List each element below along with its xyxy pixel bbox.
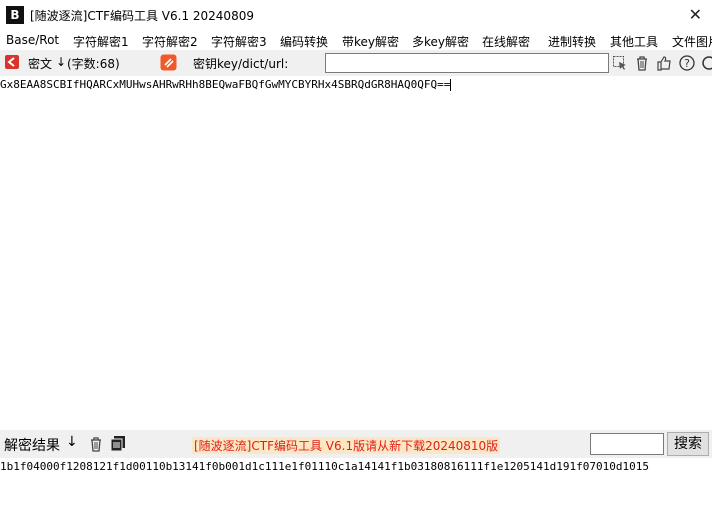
char-count: (字数:68) [67, 57, 120, 71]
svg-text:?: ? [684, 57, 690, 70]
close-icon[interactable]: ✕ [689, 5, 702, 24]
ciphertext-text: Gx8EAA8SCBIfHQARCxMUHwsAHRwRHh8BEQwaFBQf… [0, 78, 451, 91]
menu-bar: Base/Rot 字符解密1 字符解密2 字符解密3 编码转换 带key解密 多… [0, 30, 712, 50]
help-icon[interactable]: ? [679, 55, 695, 74]
menu-encoding-convert[interactable]: 编码转换 [280, 33, 328, 50]
menu-multi-key-decrypt[interactable]: 多key解密 [412, 33, 469, 50]
trash-icon[interactable] [634, 55, 650, 74]
result-textarea[interactable]: 1b1f04000f1208121f1d00110b13141f0b001d1c… [0, 460, 712, 516]
menu-char-decode-3[interactable]: 字符解密3 [211, 33, 267, 50]
window-title: [随波逐流]CTF编码工具 V6.1 20240809 [30, 9, 254, 23]
menu-base-rot[interactable]: Base/Rot [6, 33, 59, 47]
down-arrow-icon: ↓ [66, 434, 78, 450]
menu-other-tools[interactable]: 其他工具 [610, 33, 658, 50]
eraser-icon[interactable] [160, 54, 177, 74]
menu-char-decode-1[interactable]: 字符解密1 [73, 33, 129, 50]
update-notice: [随波逐流]CTF编码工具 V6.1版请从新下载20240810版 [192, 437, 501, 454]
settings-icon[interactable] [700, 55, 712, 74]
menu-file-image[interactable]: 文件图片 [672, 33, 712, 50]
copy-icon[interactable] [110, 435, 126, 455]
key-label: 密钥key/dict/url: [193, 57, 289, 71]
trash-icon[interactable] [88, 436, 104, 455]
text-cursor [450, 79, 452, 91]
menu-online-decrypt[interactable]: 在线解密 [482, 33, 530, 50]
ciphertext-label: 密文 [28, 57, 53, 71]
app-logo-icon: B [6, 6, 24, 24]
menu-key-decrypt[interactable]: 带key解密 [342, 33, 399, 50]
exit-icon[interactable] [4, 54, 20, 73]
menu-base-convert[interactable]: 进制转换 [548, 33, 596, 50]
key-input[interactable] [325, 53, 609, 73]
ciphertext-textarea[interactable]: Gx8EAA8SCBIfHQARCxMUHwsAHRwRHh8BEQwaFBQf… [0, 78, 712, 428]
down-arrow-icon: ↓ [56, 55, 67, 69]
title-bar: B [随波逐流]CTF编码工具 V6.1 20240809 ✕ [0, 0, 712, 30]
search-button[interactable]: 搜索 [667, 432, 709, 456]
search-input[interactable] [590, 433, 664, 455]
menu-char-decode-2[interactable]: 字符解密2 [142, 33, 198, 50]
cursor-select-icon[interactable] [612, 55, 628, 74]
result-text: 1b1f04000f1208121f1d00110b13141f0b001d1c… [0, 460, 650, 473]
thumbs-up-icon[interactable] [656, 55, 672, 74]
result-label: 解密结果 [4, 438, 60, 454]
